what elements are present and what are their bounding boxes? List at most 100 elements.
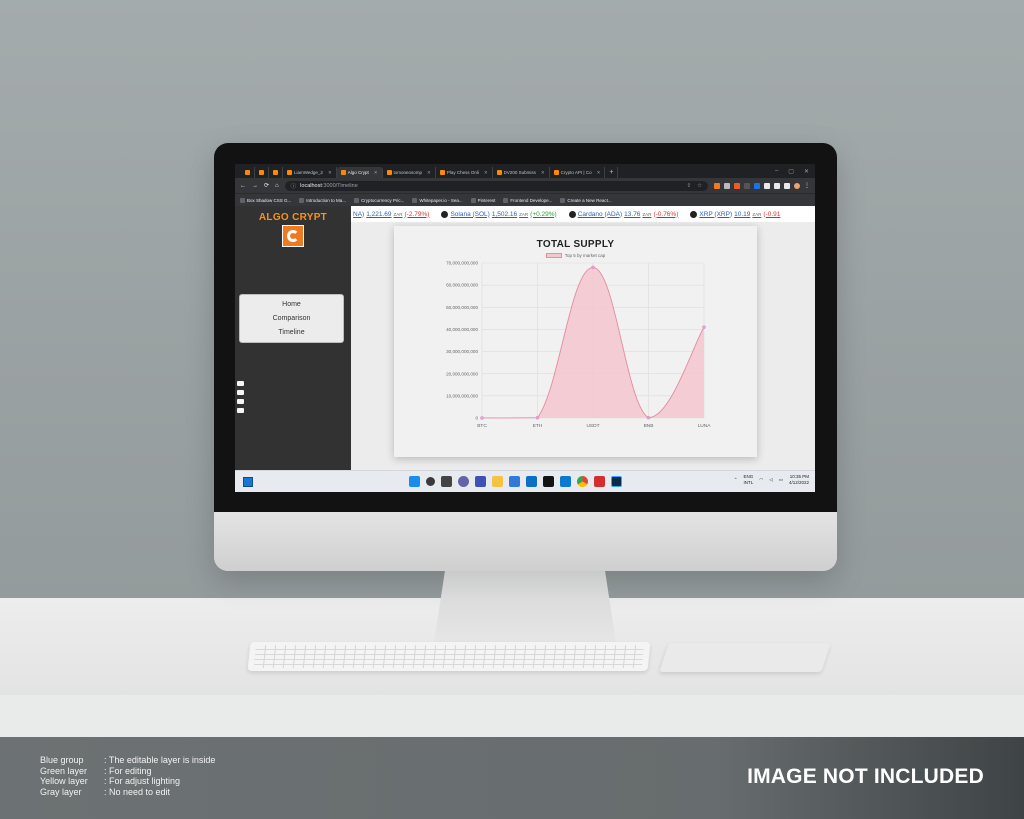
back-icon[interactable]: ← [240, 183, 246, 189]
series-area [482, 267, 704, 418]
browser-tab[interactable]: Crypto API | Co ✕ [550, 167, 606, 178]
bookmark-label: Frontend Develope... [510, 197, 553, 203]
app-5-icon[interactable] [475, 476, 486, 487]
gallery-icon[interactable] [237, 399, 244, 404]
nav-timeline[interactable]: Timeline [240, 329, 343, 336]
extension-icon[interactable] [724, 182, 730, 189]
extension-icon[interactable] [754, 182, 760, 189]
browser-tab[interactable] [255, 167, 269, 178]
chrome-icon[interactable] [577, 476, 588, 487]
clock[interactable]: 10:35 PM 4/12/2022 [789, 474, 809, 485]
bookmark-item[interactable]: Box Shadow CSS G... [240, 197, 292, 203]
bookmark-item[interactable]: Frontend Develope... [503, 197, 553, 203]
bookmark-star-icon[interactable]: ☆ [697, 183, 702, 189]
close-icon[interactable]: ✕ [804, 168, 809, 175]
chart-title: TOTAL SUPPLY [536, 239, 615, 250]
acrobat-icon[interactable] [594, 476, 605, 487]
extension-icon[interactable] [744, 182, 750, 189]
cardano-icon [568, 210, 576, 218]
vscode-icon[interactable] [560, 476, 571, 487]
close-tab-icon[interactable]: ✕ [597, 170, 601, 176]
extension-icon[interactable] [734, 182, 740, 189]
screen: LiamWedge_2 ✕ Algo Crypt ✕ tomoneosomp ✕ Play … [235, 164, 815, 492]
browser-tab[interactable]: Algo Crypt ✕ [336, 167, 383, 178]
bookmark-label: Introduction to Ma... [306, 197, 347, 203]
home-icon[interactable]: ⌂ [275, 183, 279, 189]
task-view-icon[interactable] [441, 476, 452, 487]
drive-icon [496, 170, 502, 175]
bookmark-item[interactable]: Introduction to Ma... [299, 197, 347, 203]
ticker-item[interactable]: XRP (XRP) 10.19 ZAR (-0.91 [690, 210, 781, 218]
close-tab-icon[interactable]: ✕ [484, 170, 488, 176]
playlist-icon[interactable] [774, 182, 780, 189]
close-tab-icon[interactable]: ✕ [541, 170, 545, 176]
netflix-icon[interactable] [543, 476, 554, 487]
browser-tab[interactable] [241, 167, 255, 178]
url-input[interactable]: ⓘ localhost:3000/Timeline ⇪ ☆ [284, 180, 708, 191]
wifi-icon[interactable]: ◠ [759, 477, 763, 483]
browser-tab[interactable]: DV200 Submiss ✕ [493, 167, 550, 178]
settings-icon[interactable] [237, 408, 244, 413]
camera-icon[interactable] [237, 381, 244, 386]
file-explorer-icon[interactable] [492, 476, 503, 487]
logo-icon[interactable] [282, 225, 304, 247]
ticker-name: NA) [353, 210, 365, 218]
y-tick-label: 10,000,000,000 [446, 393, 478, 398]
share-icon[interactable]: ⇪ [686, 183, 691, 189]
search-icon[interactable] [426, 477, 435, 486]
forward-icon[interactable]: → [252, 183, 258, 189]
browser-tab[interactable]: Play Chess Onli ✕ [436, 167, 493, 178]
ticker-item[interactable]: Cardano (ADA) 13.76 ZAR (-0.76%) [568, 210, 678, 218]
bookmark-label: Box Shadow CSS G... [247, 197, 292, 203]
maximize-icon[interactable]: ▢ [788, 168, 794, 175]
browser-tab[interactable]: tomoneosomp ✕ [383, 167, 436, 178]
ticker-item[interactable]: Solana (SOL) 1,502.16 ZAR (+0.29%) [441, 210, 557, 218]
menu-icon[interactable]: ⋮ [804, 183, 810, 189]
ticker-name: Solana (SOL) [450, 210, 490, 218]
chat-icon[interactable] [458, 476, 469, 487]
new-tab-icon[interactable]: + [605, 167, 619, 178]
chevron-up-icon[interactable]: ⌃ [734, 477, 738, 483]
ticker-item[interactable]: NA) 1,221.69 ZAR (-2.79%) [353, 211, 429, 218]
close-tab-icon[interactable]: ✕ [328, 170, 332, 176]
bookmark-item[interactable]: Pinterest [470, 197, 495, 203]
battery-icon[interactable]: ▭ [779, 477, 783, 483]
puzzle-icon[interactable] [764, 182, 770, 189]
chess-icon [439, 170, 445, 175]
url-path: :3000/Timeline [321, 182, 358, 189]
browser-tab[interactable] [269, 167, 283, 178]
extension-icon[interactable] [714, 182, 720, 189]
reload-icon[interactable]: ⟳ [264, 182, 269, 189]
close-tab-icon[interactable]: ✕ [374, 170, 378, 176]
ticker-currency: ZAR [519, 211, 529, 217]
close-tab-icon[interactable]: ✕ [427, 170, 431, 176]
taskbar-apps [409, 476, 622, 487]
total-supply-chart: 0 10,000,000,000 20,000,000,000 30,000,000,… [446, 261, 711, 429]
bookmark-item[interactable]: Create a New React... [560, 197, 612, 203]
windows-start-icon[interactable] [409, 476, 420, 487]
widgets-icon[interactable] [243, 477, 253, 487]
mail-icon[interactable] [526, 476, 537, 487]
store-icon[interactable] [509, 476, 520, 487]
bookmark-label: Create a New React... [567, 197, 612, 203]
algo-crypt-icon [340, 170, 346, 175]
x-tick-label: BNB [644, 423, 654, 429]
video-icon[interactable] [237, 390, 244, 395]
browser-tab[interactable]: LiamWedge_2 ✕ [283, 167, 337, 178]
photoshop-icon[interactable] [611, 476, 622, 487]
bookmark-item[interactable]: Whitepaper.io - Sea... [412, 197, 463, 203]
volume-icon[interactable]: ◁ [769, 477, 772, 483]
language-indicator[interactable]: ENG INTL [744, 474, 754, 485]
sidepanel-icon[interactable] [784, 182, 790, 189]
minimize-icon[interactable]: – [775, 168, 778, 174]
bookmark-item[interactable]: Cryptocurrency Pric... [354, 197, 404, 203]
nav-comparison[interactable]: Comparison [240, 315, 343, 322]
legend-swatch [545, 253, 562, 258]
page-icon [386, 170, 392, 175]
ticker-change: (-0.91 [763, 210, 781, 218]
avatar[interactable] [794, 182, 800, 189]
legend-row: Green layer: For editing [40, 766, 215, 777]
keyboard-layout: INTL [743, 479, 754, 485]
nav-home[interactable]: Home [240, 301, 343, 308]
chart-legend[interactable]: Top 5 by market cap [394, 253, 757, 258]
